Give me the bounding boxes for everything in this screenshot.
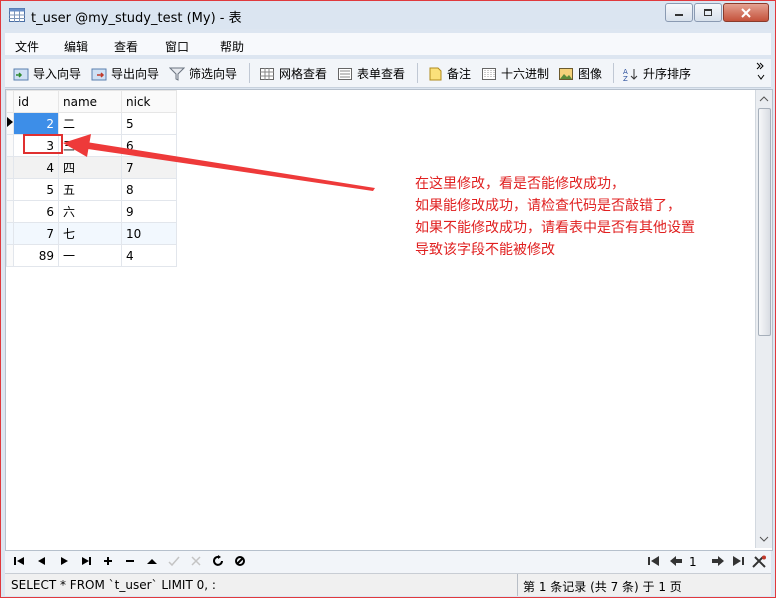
status-bar: SELECT * FROM `t_user` LIMIT 0, : 第 1 条记… xyxy=(5,573,771,596)
status-sql-query: SELECT * FROM `t_user` LIMIT 0, : xyxy=(11,578,216,592)
delete-record-icon[interactable] xyxy=(123,555,137,567)
prev-page-icon[interactable] xyxy=(669,555,683,567)
first-record-icon[interactable] xyxy=(13,555,27,567)
status-divider xyxy=(517,574,518,596)
annotation-arrow-head xyxy=(63,134,91,157)
last-record-icon[interactable] xyxy=(79,555,93,567)
annotation-line: 导致该字段不能被修改 xyxy=(415,242,555,258)
app-window: t_user @my_study_test (My) - 表 文件 编辑 查看 … xyxy=(0,0,776,598)
annotation-line: 如果不能修改成功，请看表中是否有其他设置 xyxy=(415,220,695,236)
post-edit-icon[interactable] xyxy=(145,555,159,567)
refresh-icon[interactable] xyxy=(211,555,225,567)
annotation-arrow-shaft xyxy=(66,141,375,191)
annotation-arrow xyxy=(63,134,375,191)
last-page-icon[interactable] xyxy=(731,555,745,567)
annotation-line: 如果能修改成功，请检查代码是否敲错了， xyxy=(415,198,681,214)
first-page-icon[interactable] xyxy=(647,555,661,567)
stop-icon[interactable] xyxy=(233,555,247,567)
next-record-icon[interactable] xyxy=(57,555,71,567)
settings-tools-icon[interactable] xyxy=(751,555,767,569)
page-number-input[interactable]: 1 xyxy=(689,555,697,569)
status-record-info: 第 1 条记录 (共 7 条) 于 1 页 xyxy=(523,580,682,594)
annotation-text: 在这里修改，看是否能修改成功， 如果能修改成功，请检查代码是否敲错了， 如果不能… xyxy=(415,173,695,261)
annotation-line: 在这里修改，看是否能修改成功， xyxy=(415,176,625,192)
prev-record-icon[interactable] xyxy=(35,555,49,567)
cancel-edit-icon xyxy=(191,556,201,566)
next-page-icon[interactable] xyxy=(711,555,725,567)
record-nav-bar: 1 xyxy=(5,551,771,573)
add-record-icon[interactable] xyxy=(101,555,115,567)
confirm-edit-icon xyxy=(168,556,180,567)
